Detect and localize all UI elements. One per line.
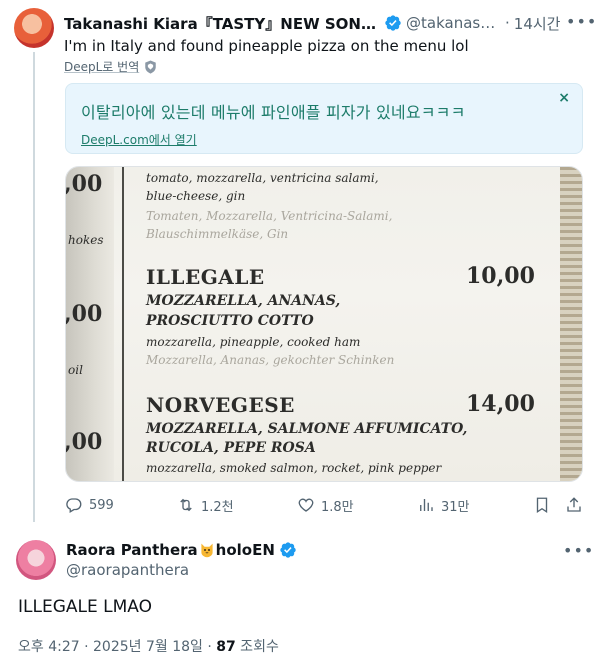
reply-icon xyxy=(66,498,82,513)
reply-author[interactable]: Raora Panthera holoEN xyxy=(66,541,301,559)
thread-line xyxy=(33,52,35,522)
repost-count: 1.2천 xyxy=(201,499,234,515)
views-count: 31만 xyxy=(441,499,470,515)
share-icon xyxy=(567,497,581,512)
views-button[interactable]: 31만 xyxy=(417,495,470,515)
like-button[interactable]: 1.8만 xyxy=(297,495,354,515)
menu-item-english: mozzarella, smoked salmon, rocket, pink … xyxy=(146,461,442,475)
timestamp[interactable]: 14시간 xyxy=(514,13,561,34)
menu-left-word: oil xyxy=(68,363,83,377)
menu-item-italian: MOZZARELLA, ANANAS, xyxy=(146,293,341,309)
menu-line: tomato, mozzarella, ventricina salami, xyxy=(146,171,379,185)
menu-left-price: ,00 xyxy=(65,429,103,455)
menu-photo[interactable]: ,00 hokes ,00 oil ,00 tomato, mozzarella… xyxy=(65,166,583,482)
translate-row[interactable]: DeepL로 번역 xyxy=(64,58,157,75)
repost-button[interactable]: 1.2천 xyxy=(177,495,234,515)
menu-line: blue-cheese, gin xyxy=(146,189,246,203)
verified-badge-icon xyxy=(385,15,401,31)
reply-display-name-suffix[interactable]: holoEN xyxy=(216,541,275,559)
menu-line-german: Tomaten, Mozzarella, Ventricina-Salami, xyxy=(146,209,393,223)
reply-count: 599 xyxy=(89,497,114,513)
like-count: 1.8만 xyxy=(321,499,354,515)
menu-left-price: ,00 xyxy=(65,171,103,197)
menu-left-price: ,00 xyxy=(65,301,103,327)
menu-item-name: NORVEGESE xyxy=(146,393,295,417)
menu-item-price: 10,00 xyxy=(466,263,535,289)
action-bar: 599 1.2천 1.8만 31만 xyxy=(65,495,585,517)
reply-button[interactable]: 599 xyxy=(65,495,114,515)
menu-item-italian: MOZZARELLA, SALMONE AFFUMICATO, xyxy=(146,421,468,437)
reply-handle[interactable]: @raorapanthera xyxy=(66,561,189,579)
cat-emoji-icon xyxy=(201,543,213,558)
reply-views-count: 87 xyxy=(216,639,236,655)
menu-item-name: ILLEGALE xyxy=(146,265,265,289)
views-icon xyxy=(420,499,433,511)
photo-right-edge xyxy=(560,167,582,481)
display-name[interactable]: Takanashi Kiara『TASTY』NEW SONG OU... xyxy=(64,13,380,34)
separator-dot: · xyxy=(505,14,510,32)
menu-item-german: Mozzarella, Ananas, gekochter Schinken xyxy=(146,353,395,367)
verified-badge-icon xyxy=(280,542,296,558)
share-button[interactable] xyxy=(565,495,583,515)
menu-item-english: mozzarella, pineapple, cooked ham xyxy=(146,335,361,349)
menu-item-price: 14,00 xyxy=(466,391,535,417)
menu-left-word: hokes xyxy=(68,233,104,247)
more-icon[interactable]: ••• xyxy=(566,12,596,31)
close-icon[interactable]: × xyxy=(558,90,570,106)
handle[interactable]: @takanashi... xyxy=(406,14,501,32)
menu-line-german: Blauschimmelkäse, Gin xyxy=(146,227,289,241)
translation-text: 이탈리아에 있는데 메뉴에 파인애플 피자가 있네요ㅋㅋㅋ xyxy=(81,103,466,122)
translation-card: 이탈리아에 있는데 메뉴에 파인애플 피자가 있네요ㅋㅋㅋ DeepL.com에… xyxy=(65,83,583,154)
bookmark-button[interactable] xyxy=(533,495,551,515)
translate-link[interactable]: DeepL로 번역 xyxy=(64,58,139,75)
avatar-takanashi-kiara[interactable] xyxy=(14,8,54,48)
reply-meta: 오후 4:27 · 2025년 7월 18일 · 87 조회수 xyxy=(18,636,279,656)
menu-item-italian: PROSCIUTTO COTTO xyxy=(146,313,314,329)
reply-display-name[interactable]: Raora Panthera xyxy=(66,541,198,559)
tweet-header: Takanashi Kiara『TASTY』NEW SONG OU... @ta… xyxy=(64,13,594,33)
shield-icon xyxy=(145,59,156,74)
menu-item-italian: RUCOLA, PEPE ROSA xyxy=(146,440,316,456)
tweet-text: I'm in Italy and found pineapple pizza o… xyxy=(64,37,469,55)
avatar-raora-panthera[interactable] xyxy=(16,540,56,580)
reply-text: ILLEGALE LMAO xyxy=(18,597,152,617)
open-in-deepl-link[interactable]: DeepL.com에서 열기 xyxy=(81,131,197,148)
like-icon xyxy=(298,498,314,512)
reply-views-label: 조회수 xyxy=(235,639,279,655)
repost-icon xyxy=(180,498,192,512)
photo-divider xyxy=(122,167,124,481)
reply-timestamp[interactable]: 오후 4:27 · 2025년 7월 18일 · xyxy=(18,639,216,655)
bookmark-icon xyxy=(536,497,548,514)
more-icon[interactable]: ••• xyxy=(563,541,593,560)
